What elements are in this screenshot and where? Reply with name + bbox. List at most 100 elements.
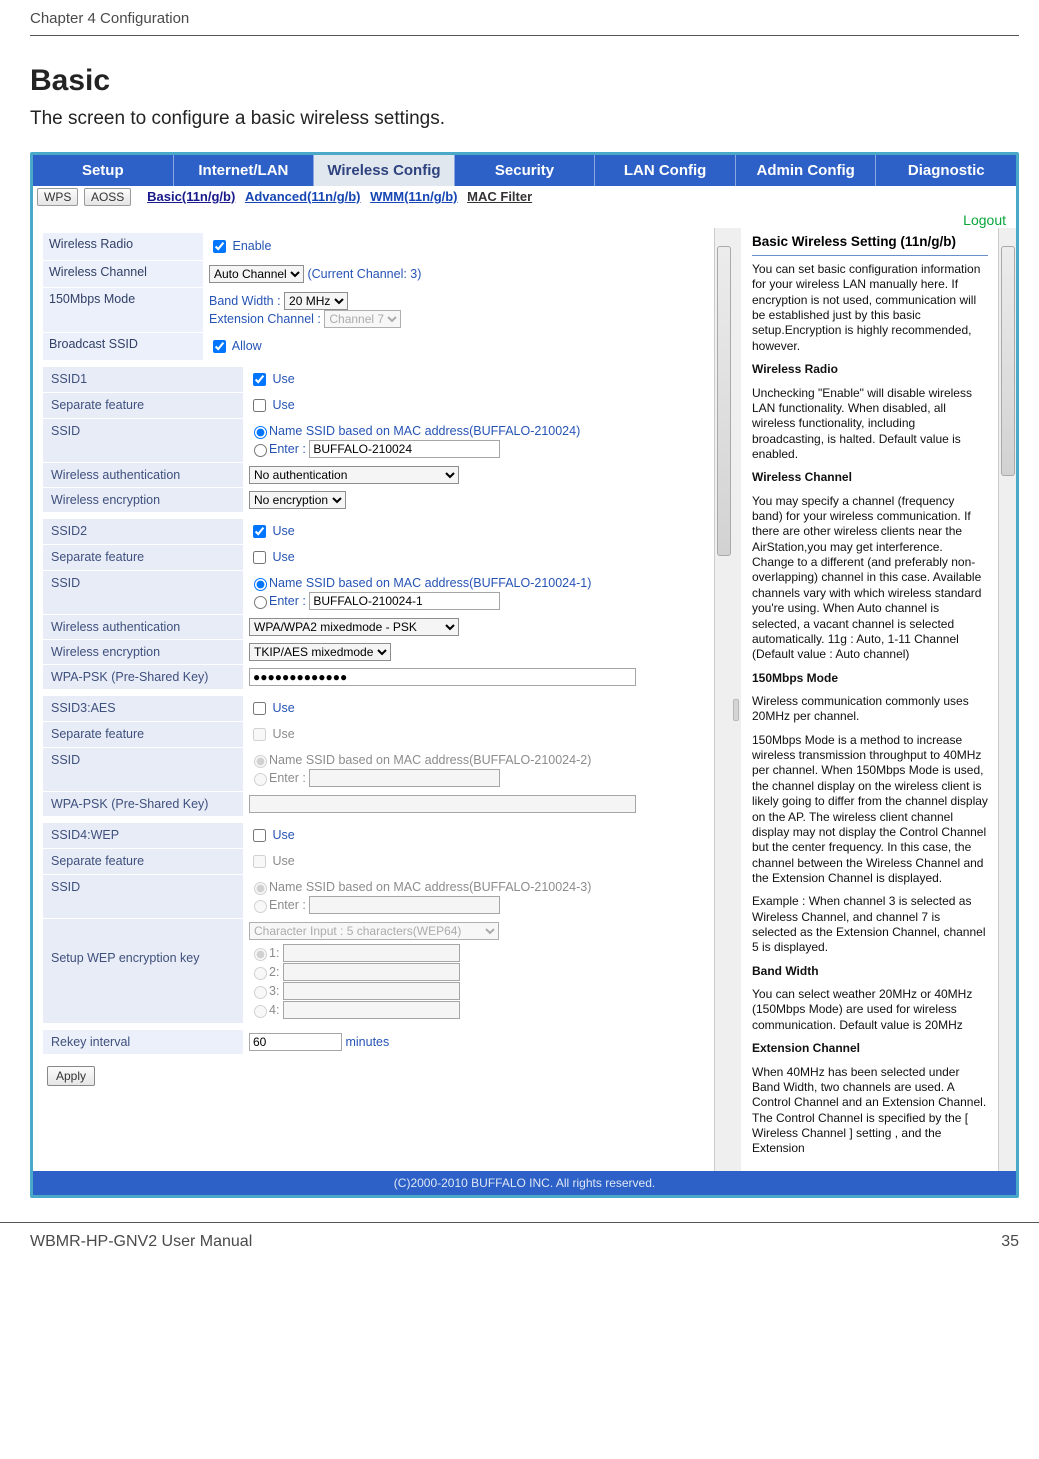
help-p-150c: Example : When channel 3 is selected as … bbox=[752, 894, 988, 955]
tab-lan-config[interactable]: LAN Config bbox=[595, 155, 736, 186]
ssid1-auth-label: Wireless authentication bbox=[43, 462, 243, 487]
wep-key-3-input[interactable] bbox=[283, 982, 460, 1000]
ssid1-auth-select[interactable]: No authentication bbox=[249, 466, 459, 484]
wireless-radio-label: Wireless Radio bbox=[43, 232, 203, 260]
ext-channel-label: Extension Channel : bbox=[209, 312, 324, 326]
bandwidth-label: Band Width : bbox=[209, 294, 284, 308]
broadcast-ssid-checkbox[interactable] bbox=[213, 340, 226, 353]
bandwidth-select[interactable]: 20 MHz bbox=[284, 292, 348, 310]
wireless-channel-select[interactable]: Auto Channel bbox=[209, 265, 304, 283]
scroll-thumb[interactable] bbox=[717, 246, 731, 556]
ext-channel-select[interactable]: Channel 7 bbox=[324, 310, 401, 328]
rekey-interval-input[interactable] bbox=[249, 1033, 342, 1051]
wep-key-1-input[interactable] bbox=[283, 944, 460, 962]
ssid2-enc-label: Wireless encryption bbox=[43, 639, 243, 664]
apply-button[interactable]: Apply bbox=[47, 1066, 95, 1086]
subnav-wmm[interactable]: WMM(11n/g/b) bbox=[370, 189, 457, 204]
ssid2-auth-select[interactable]: WPA/WPA2 mixedmode - PSK bbox=[249, 618, 459, 636]
help-p-radio: Unchecking "Enable" will disable wireles… bbox=[752, 386, 988, 463]
wep-key-2-input[interactable] bbox=[283, 963, 460, 981]
help-panel: Basic Wireless Setting (11n/g/b) You can… bbox=[741, 228, 998, 1171]
subnav-macfilter[interactable]: MAC Filter bbox=[467, 189, 532, 204]
ssid3-psk-label: WPA-PSK (Pre-Shared Key) bbox=[43, 791, 243, 816]
section-desc: The screen to configure a basic wireless… bbox=[30, 108, 1019, 130]
ssid2-radio-enter[interactable] bbox=[254, 596, 267, 609]
ssid4-use-checkbox[interactable] bbox=[253, 829, 266, 842]
ssid3-radio-enter[interactable] bbox=[254, 773, 267, 786]
wep-key-4-radio[interactable] bbox=[254, 1005, 267, 1018]
logout-link[interactable]: Logout bbox=[33, 210, 1016, 228]
tab-setup[interactable]: Setup bbox=[33, 155, 174, 186]
ssid3-use-checkbox[interactable] bbox=[253, 702, 266, 715]
ssid2-radio-mac[interactable] bbox=[254, 578, 267, 591]
ssid3-psk-input[interactable] bbox=[249, 795, 636, 813]
tab-admin-config[interactable]: Admin Config bbox=[736, 155, 877, 186]
ssid3-radio-mac[interactable] bbox=[254, 755, 267, 768]
ssid1-radio-mac[interactable] bbox=[254, 426, 267, 439]
help-p-bw: You can select weather 20MHz or 40MHz (1… bbox=[752, 987, 988, 1033]
help-h-150: 150Mbps Mode bbox=[752, 671, 988, 686]
ssid2-psk-label: WPA-PSK (Pre-Shared Key) bbox=[43, 664, 243, 689]
ssid2-name-input[interactable] bbox=[309, 592, 500, 610]
wep-key-4-input[interactable] bbox=[283, 1001, 460, 1019]
wps-button[interactable]: WPS bbox=[37, 188, 78, 206]
document-footer: WBMR-HP-GNV2 User Manual 35 bbox=[0, 1222, 1039, 1265]
help-scroll-thumb[interactable] bbox=[1001, 246, 1015, 476]
allow-text: Allow bbox=[232, 339, 262, 353]
aoss-button[interactable]: AOSS bbox=[84, 188, 131, 206]
ssid2-separate-label: Separate feature bbox=[43, 544, 243, 570]
copyright-strip: (C)2000-2010 BUFFALO INC. All rights res… bbox=[33, 1171, 1016, 1195]
ssid1-enc-select[interactable]: No encryption bbox=[249, 491, 346, 509]
ssid3-ssid-label: SSID bbox=[43, 747, 243, 791]
ssid3-separate-checkbox[interactable] bbox=[253, 728, 266, 741]
tab-diagnostic[interactable]: Diagnostic bbox=[876, 155, 1016, 186]
ssid1-use-checkbox[interactable] bbox=[253, 373, 266, 386]
tab-security[interactable]: Security bbox=[455, 155, 596, 186]
wireless-radio-cell: Enable bbox=[203, 232, 714, 260]
ssid4-name-input[interactable] bbox=[309, 896, 500, 914]
mode-150-label: 150Mbps Mode bbox=[43, 287, 203, 332]
help-p-channel: You may specify a channel (frequency ban… bbox=[752, 494, 988, 663]
wep-key-1-radio[interactable] bbox=[254, 948, 267, 961]
ssid2-ssid-label: SSID bbox=[43, 570, 243, 614]
ssid4-wep-label: Setup WEP encryption key bbox=[43, 918, 243, 1023]
ssid3-title: SSID3:AES bbox=[43, 695, 243, 721]
help-h-ext: Extension Channel bbox=[752, 1041, 988, 1056]
ssid2-enc-select[interactable]: TKIP/AES mixedmode bbox=[249, 643, 391, 661]
top-nav: Setup Internet/LAN Wireless Config Secur… bbox=[33, 155, 1016, 186]
ssid2-psk-input[interactable] bbox=[249, 668, 636, 686]
enable-text: Enable bbox=[232, 239, 271, 253]
help-scrollbar[interactable] bbox=[998, 228, 1016, 1171]
ssid2-auth-label: Wireless authentication bbox=[43, 614, 243, 639]
tab-internet-lan[interactable]: Internet/LAN bbox=[174, 155, 315, 186]
chapter-heading: Chapter 4 Configuration bbox=[30, 10, 1019, 27]
main-scrollbar[interactable] bbox=[714, 228, 732, 1171]
help-h-channel: Wireless Channel bbox=[752, 470, 988, 485]
ssid2-separate-checkbox[interactable] bbox=[253, 551, 266, 564]
ssid1-ssid-label: SSID bbox=[43, 418, 243, 462]
subnav-basic[interactable]: Basic(11n/g/b) bbox=[147, 189, 235, 204]
ssid4-radio-mac[interactable] bbox=[254, 882, 267, 895]
ssid4-wep-type-select[interactable]: Character Input : 5 characters(WEP64) bbox=[249, 922, 499, 940]
subnav-advanced[interactable]: Advanced(11n/g/b) bbox=[245, 189, 361, 204]
broadcast-ssid-label: Broadcast SSID bbox=[43, 332, 203, 360]
tab-wireless-config[interactable]: Wireless Config bbox=[314, 155, 455, 186]
ssid4-separate-checkbox[interactable] bbox=[253, 855, 266, 868]
ssid3-separate-label: Separate feature bbox=[43, 721, 243, 747]
footer-right: 35 bbox=[1001, 1233, 1019, 1251]
ssid3-name-input[interactable] bbox=[309, 769, 500, 787]
wireless-radio-checkbox[interactable] bbox=[213, 240, 226, 253]
ssid1-separate-checkbox[interactable] bbox=[253, 399, 266, 412]
ssid4-ssid-label: SSID bbox=[43, 874, 243, 918]
wep-key-2-radio[interactable] bbox=[254, 967, 267, 980]
help-h-bw: Band Width bbox=[752, 964, 988, 979]
ssid1-radio-enter[interactable] bbox=[254, 444, 267, 457]
ssid1-name-input[interactable] bbox=[309, 440, 500, 458]
help-separator bbox=[752, 255, 988, 256]
copyright-text: (C)2000-2010 BUFFALO INC. All rights res… bbox=[394, 1176, 655, 1190]
wep-key-3-radio[interactable] bbox=[254, 986, 267, 999]
mid-scroll-indicator bbox=[732, 228, 741, 1171]
ssid4-title: SSID4:WEP bbox=[43, 822, 243, 848]
ssid4-radio-enter[interactable] bbox=[254, 900, 267, 913]
ssid2-use-checkbox[interactable] bbox=[253, 525, 266, 538]
